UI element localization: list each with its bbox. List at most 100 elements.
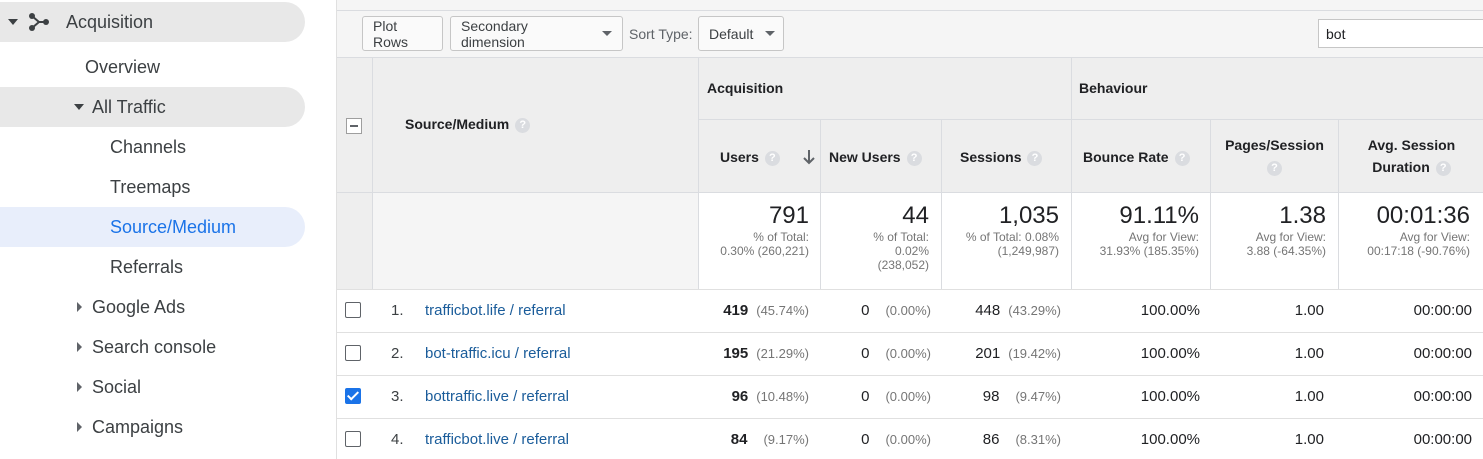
plot-rows-button[interactable]: Plot Rows [362,16,443,51]
pages-session-column-header[interactable]: Pages/Session ? [1211,134,1338,178]
nav-treemaps-label: Treemaps [110,176,191,197]
users-percent: (10.48%) [756,389,809,404]
new-users-value: 0 [861,431,870,448]
nav-campaigns-label: Campaigns [92,416,184,437]
avg-duration-header-label-1: Avg. Session [1367,137,1456,153]
table-row: 4. trafficbot.live / referral 84 (9.17%) … [337,418,1483,459]
sessions-value: 98 [982,388,1000,405]
source-medium-link[interactable]: trafficbot.live / referral [425,431,569,448]
nav-google-ads[interactable]: Google Ads [0,287,305,327]
nav-referrals[interactable]: Referrals [0,247,305,287]
source-medium-link[interactable]: bot-traffic.icu / referral [425,345,571,362]
new-users-value: 0 [861,345,870,362]
nav-treemaps[interactable]: Treemaps [0,167,305,207]
row-checkbox[interactable] [345,302,361,318]
select-all-checkbox[interactable] [346,118,362,134]
pages-session-cell: 1.00 [1294,302,1324,319]
nav-source-medium-label: Source/Medium [110,216,237,237]
avg-duration-cell: 00:00:00 [1413,431,1472,448]
sort-type-label: Sort Type: [629,26,693,42]
sessions-percent: (9.47%) [1015,389,1061,404]
totals-bounce-sub: Avg for View: [1128,230,1199,244]
row-checkbox[interactable] [345,388,361,404]
totals-pages-sub: Avg for View: [1255,230,1326,244]
sessions-value: 86 [982,431,1000,448]
bounce-rate-cell: 100.00% [1140,388,1200,405]
totals-bounce-rate: 91.11% Avg for View: 31.93% (185.35%) [1072,202,1199,258]
nav-acquisition[interactable]: Acquisition [0,2,305,42]
help-icon[interactable]: ? [1174,150,1190,166]
row-checkbox[interactable] [345,345,361,361]
totals-users-sub: % of Total: [753,230,809,244]
totals-sessions-value: 1,035 [998,202,1059,229]
sessions-value: 201 [975,345,1001,362]
nav-channels-label: Channels [110,136,187,157]
new-users-column-header[interactable]: New Users? [829,149,922,166]
totals-sessions: 1,035 % of Total: 0.08% (1,249,987) [942,202,1059,258]
data-table: Source/Medium? Acquisition Behaviour Use… [337,57,1483,459]
totals-bounce-sub: 31.93% (185.35%) [1099,244,1199,258]
new-users-cell: 0 (0.00%) [861,388,931,405]
bounce-rate-header-label: Bounce Rate [1083,149,1169,165]
nav-search-console[interactable]: Search console [0,327,305,367]
new-users-percent: (0.00%) [885,303,931,318]
minus-icon [350,125,358,127]
help-icon[interactable]: ? [1267,160,1282,176]
new-users-cell: 0 (0.00%) [861,302,931,319]
acquisition-icon [29,13,49,31]
source-medium-header[interactable]: Source/Medium? [405,116,531,133]
nav-source-medium[interactable]: Source/Medium [0,207,305,247]
source-medium-link[interactable]: bottraffic.live / referral [425,388,569,405]
pages-session-header-label: Pages/Session [1225,137,1324,153]
caret-right-icon [77,342,82,352]
sessions-column-header[interactable]: Sessions? [960,149,1043,166]
nav-all-traffic[interactable]: All Traffic [0,87,305,127]
help-icon[interactable]: ? [515,117,531,133]
help-icon[interactable]: ? [764,150,780,166]
help-icon[interactable]: ? [1027,150,1043,166]
sessions-percent: (43.29%) [1008,303,1061,318]
nav-overview[interactable]: Overview [0,47,305,87]
new-users-value: 0 [861,302,870,319]
caret-right-icon [77,422,82,432]
sessions-cell: 448 (43.29%) [975,302,1061,319]
plot-rows-label: Plot Rows [373,17,409,50]
bounce-rate-cell: 100.00% [1140,302,1200,319]
new-users-percent: (0.00%) [885,432,931,447]
new-users-cell: 0 (0.00%) [861,431,931,448]
totals-bounce-value: 91.11% [1119,202,1199,229]
nav-overview-label: Overview [85,56,161,77]
acquisition-group-header: Acquisition [707,80,784,96]
totals-users: 791 % of Total: 0.30% (260,221) [699,202,809,258]
avg-duration-column-header[interactable]: Avg. Session Duration? [1339,134,1483,178]
bounce-rate-column-header[interactable]: Bounce Rate? [1083,149,1190,166]
caret-down-icon [8,19,18,25]
grid-line [337,192,1483,193]
sort-descending-icon[interactable] [802,149,816,165]
totals-new-users-sub: 0.02% [894,244,929,258]
dropdown-arrow-icon [765,31,776,36]
source-medium-header-label: Source/Medium [405,116,510,132]
help-icon[interactable]: ? [906,150,922,166]
users-cell: 96 (10.48%) [732,388,809,405]
users-value: 195 [723,345,749,362]
totals-new-users-sub: (238,052) [877,258,929,272]
totals-duration-value: 00:01:36 [1376,202,1470,229]
source-medium-link[interactable]: trafficbot.life / referral [425,302,566,319]
table-search-input[interactable] [1318,19,1483,48]
users-column-header[interactable]: Users? [720,149,780,166]
avg-duration-header-label-2: Duration [1372,159,1430,175]
new-users-value: 0 [861,388,870,405]
help-icon[interactable]: ? [1435,160,1451,176]
table-row: 2. bot-traffic.icu / referral 195 (21.29%… [337,332,1483,375]
row-checkbox[interactable] [345,431,361,447]
secondary-dimension-dropdown[interactable]: Secondary dimension [450,16,623,51]
totals-new-users-sub: % of Total: [873,230,929,244]
users-header-label: Users [720,149,759,165]
nav-channels[interactable]: Channels [0,127,305,167]
nav-social[interactable]: Social [0,367,305,407]
nav-campaigns[interactable]: Campaigns [0,407,305,447]
sort-type-dropdown[interactable]: Default [698,16,784,51]
totals-duration-sub: 00:17:18 (-90.76%) [1367,244,1470,258]
totals-sessions-sub: (1,249,987) [997,244,1059,258]
